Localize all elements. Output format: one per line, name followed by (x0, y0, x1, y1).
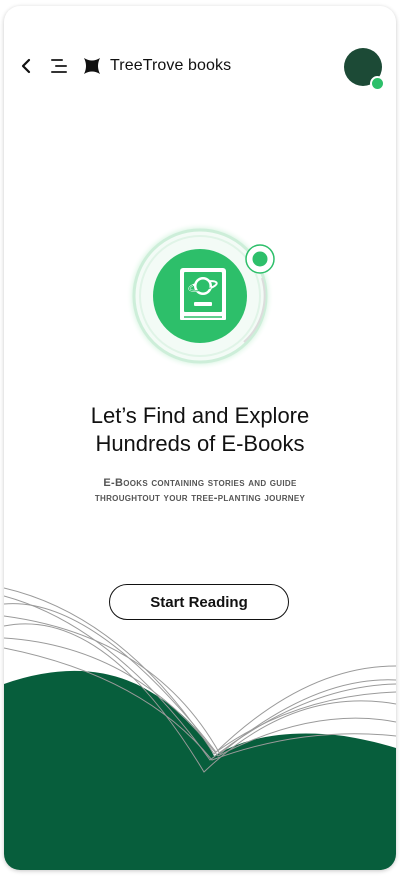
brand-name: TreeTrove books (110, 57, 232, 74)
subtext: E-Books containing stories and guide thr… (4, 476, 396, 506)
book-planet-icon (126, 222, 275, 370)
subtext-line-1: E-Books containing stories and guide (103, 477, 297, 489)
headline-line-2: Hundreds of E-Books (95, 431, 305, 456)
top-bar: TreeTrove books (4, 46, 396, 91)
headline-line-1: Let’s Find and Explore (90, 403, 310, 428)
hero-illustration (124, 218, 284, 378)
chevron-left-icon (21, 58, 31, 74)
start-reading-button[interactable]: Start Reading (109, 584, 289, 620)
avatar-button[interactable] (344, 48, 385, 91)
back-button[interactable] (16, 56, 36, 76)
subtext-line-2: throughtout your tree-planting journey (94, 492, 306, 504)
open-book-illustration (4, 587, 396, 870)
online-status-dot (370, 76, 385, 91)
menu-button[interactable] (48, 54, 72, 78)
app-screen: TreeTrove books Let’s Find and Explore H… (4, 6, 396, 870)
treetrove-logo-icon (84, 58, 100, 74)
menu-lines-icon (51, 59, 67, 73)
headline: Let’s Find and Explore Hundreds of E-Boo… (4, 402, 396, 458)
brand[interactable]: TreeTrove books (82, 54, 231, 78)
